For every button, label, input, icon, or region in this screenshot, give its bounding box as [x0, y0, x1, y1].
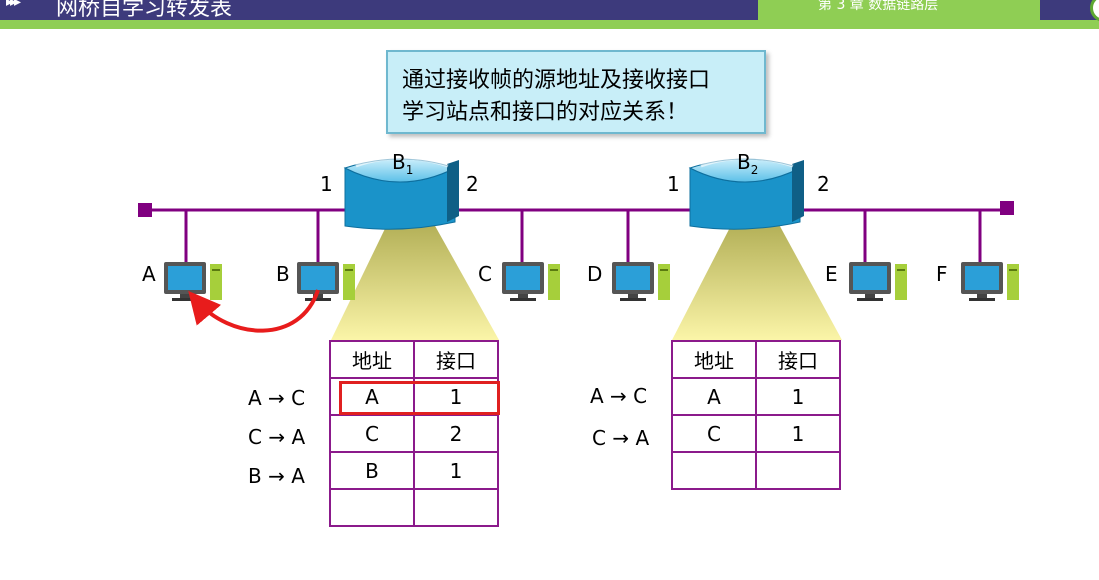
host-label-e: E [825, 262, 838, 286]
lan-segment-2 [455, 208, 695, 264]
table-header-cell: 地址 [671, 340, 757, 379]
computer-icon-f [961, 262, 1019, 301]
host-label-d: D [587, 262, 603, 286]
table-cell: B [329, 451, 415, 490]
bridge-1-port-right: 2 [466, 172, 479, 196]
table1-row-label: A → C [248, 386, 306, 410]
lan-segment-3 [800, 208, 1005, 264]
table-cell: C [671, 414, 757, 453]
forwarding-table-2: 地址 接口 A 1 C 1 [671, 340, 841, 490]
host-label-c: C [478, 262, 492, 286]
host-label-f: F [936, 262, 948, 286]
bridge-2-port-right: 2 [817, 172, 830, 196]
table-row [329, 488, 499, 527]
computer-icon-e [849, 262, 907, 301]
table-cell: C [329, 414, 415, 453]
host-label-b: B [276, 262, 290, 286]
computer-icon-d [612, 262, 670, 301]
network-diagram [138, 156, 1019, 340]
bridge-2-label: B2 [737, 150, 759, 177]
table-row [671, 451, 841, 490]
table2-row-label: C → A [592, 426, 650, 450]
table-header-row: 地址 接口 [329, 340, 499, 379]
table1-row-label: B → A [248, 464, 305, 488]
highlight-box [339, 381, 500, 415]
table-header-cell: 接口 [413, 340, 499, 379]
table-header-cell: 接口 [755, 340, 841, 379]
table-row: B 1 [329, 451, 499, 490]
table-cell [329, 488, 415, 527]
table-row: C 1 [671, 414, 841, 453]
table-cell: 1 [755, 414, 841, 453]
computer-icon-c [502, 262, 560, 301]
lan-terminator-right [1000, 201, 1014, 215]
table-header-row: 地址 接口 [671, 340, 841, 379]
table-header-cell: 地址 [329, 340, 415, 379]
table-cell [671, 451, 757, 490]
lan-segment-1 [145, 208, 345, 264]
table-row: A 1 [671, 377, 841, 416]
table-cell: A [671, 377, 757, 416]
forwarding-table-1: 地址 接口 A 1 C 2 B 1 [329, 340, 499, 527]
bridge-2-port-left: 1 [667, 172, 680, 196]
host-label-a: A [142, 262, 156, 286]
table1-row-label: C → A [248, 425, 306, 449]
table2-row-label: A → C [590, 384, 648, 408]
table-cell: 1 [413, 451, 499, 490]
bridge-1-port-left: 1 [320, 172, 333, 196]
computer-icon-a [164, 262, 222, 301]
computer-icon-b [297, 262, 355, 301]
table-cell [413, 488, 499, 527]
table-row: C 2 [329, 414, 499, 453]
lan-terminator-left [138, 203, 152, 217]
table-cell: 2 [413, 414, 499, 453]
bridge-1-label: B1 [392, 150, 414, 177]
table-cell [755, 451, 841, 490]
table-cell: 1 [755, 377, 841, 416]
